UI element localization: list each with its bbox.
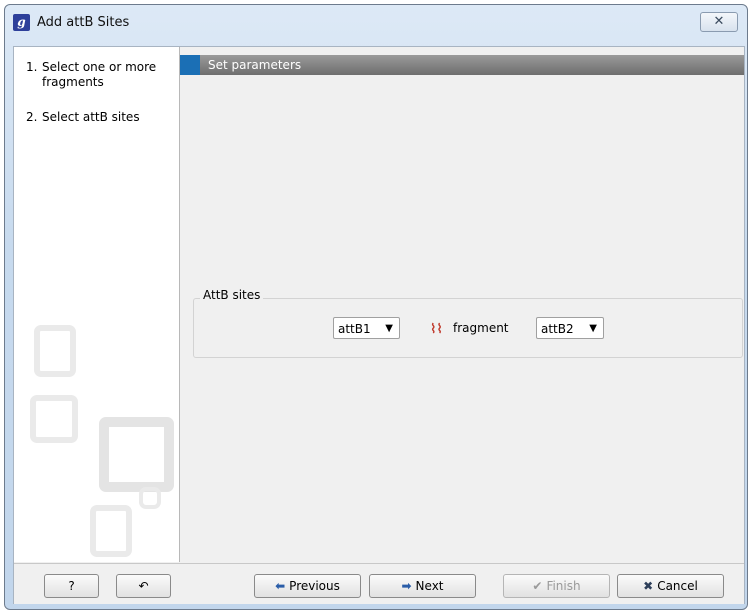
window-title: Add attB Sites	[37, 15, 130, 30]
previous-button[interactable]: ⬅ Previous	[254, 574, 361, 598]
panel-header: Set parameters	[180, 55, 744, 75]
step-label: Select one or more fragments	[42, 60, 157, 89]
attb2-select[interactable]: attB2 ▼	[536, 317, 604, 339]
fragment-label: fragment	[453, 321, 509, 335]
attb1-select[interactable]: attB1 ▼	[333, 317, 400, 339]
group-label: AttB sites	[200, 288, 264, 302]
header-accent	[180, 55, 200, 75]
next-button[interactable]: ➡ Next	[369, 574, 476, 598]
reset-button[interactable]: ↶	[116, 574, 171, 598]
help-button[interactable]: ?	[44, 574, 99, 598]
help-icon: ?	[68, 579, 75, 593]
step-number: 2.	[26, 110, 38, 124]
step-number: 1.	[26, 60, 38, 74]
finish-button[interactable]: ✔ Finish	[503, 574, 610, 598]
decoration-square	[139, 487, 161, 509]
finish-label: Finish	[546, 579, 581, 593]
select-value: attB2	[541, 322, 574, 336]
decoration-square	[90, 505, 132, 557]
button-bar: ? ↶ ⬅ Previous ➡ Next ✔ Finish ✖ Cancel	[14, 563, 744, 604]
arrow-right-icon: ➡	[401, 579, 412, 593]
reset-icon: ↶	[138, 579, 149, 593]
arrow-left-icon: ⬅	[275, 579, 286, 593]
app-logo-icon: g	[13, 14, 30, 31]
step-label: Select attB sites	[42, 110, 140, 124]
close-icon: ✕	[713, 14, 725, 29]
dialog-body: 1. Select one or more fragments 2. Selec…	[13, 46, 745, 604]
decoration-square	[30, 395, 78, 443]
cancel-label: Cancel	[657, 579, 698, 593]
dialog-window: g Add attB Sites ✕ 1. Select one or more…	[4, 4, 748, 610]
title-bar[interactable]: g Add attB Sites ✕	[5, 5, 747, 45]
dropdown-arrow-icon: ▼	[385, 323, 393, 334]
cancel-x-icon: ✖	[643, 579, 654, 593]
checkmark-icon: ✔	[532, 579, 543, 593]
panel-header-title: Set parameters	[208, 58, 302, 72]
next-label: Next	[415, 579, 444, 593]
decoration-square	[99, 417, 174, 492]
previous-label: Previous	[289, 579, 340, 593]
decoration-square	[34, 325, 76, 377]
close-button[interactable]: ✕	[700, 12, 738, 32]
dropdown-arrow-icon: ▼	[589, 323, 597, 334]
steps-panel: 1. Select one or more fragments 2. Selec…	[14, 47, 180, 562]
select-value: attB1	[338, 322, 371, 336]
cancel-button[interactable]: ✖ Cancel	[617, 574, 724, 598]
fragment-icon: ⌇⌇	[430, 322, 443, 337]
